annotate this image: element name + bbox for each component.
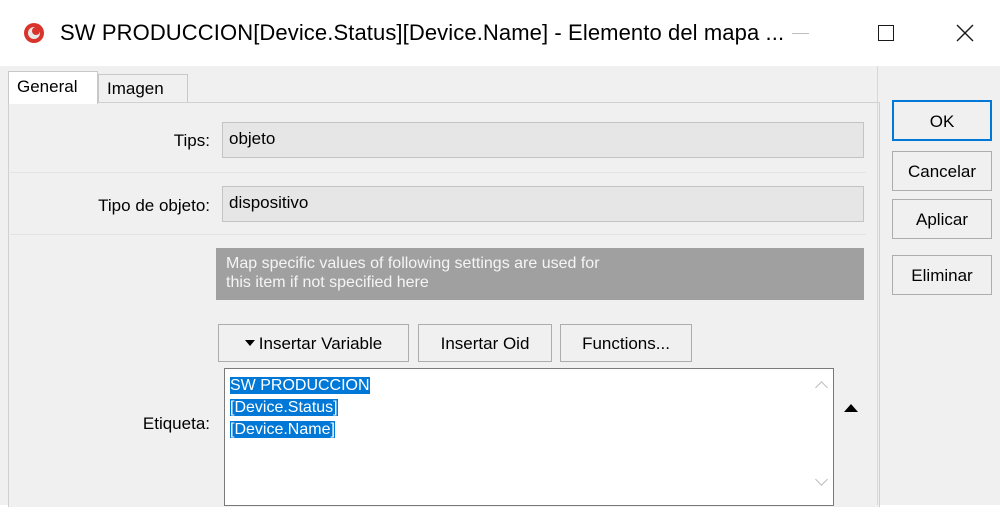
close-button[interactable]: [935, 8, 995, 58]
cancel-button[interactable]: Cancelar: [892, 151, 992, 191]
info-notice: Map specific values of following setting…: [216, 248, 864, 300]
delete-button[interactable]: Eliminar: [892, 255, 992, 295]
dialog-body: General Imagen Tips: objeto Tipo de obje…: [0, 66, 1000, 507]
label-text: SW PRODUCCION [Device.Status] [Device.Na…: [230, 375, 370, 441]
separator: [10, 172, 866, 173]
separator: [10, 234, 866, 235]
label-line: [Device.Status]: [230, 399, 338, 416]
minimize-button[interactable]: [770, 8, 830, 58]
tab-imagen[interactable]: Imagen: [98, 74, 188, 102]
insert-variable-button[interactable]: Insertar Variable: [218, 324, 409, 362]
apply-button[interactable]: Aplicar: [892, 199, 992, 239]
tips-field: objeto: [222, 122, 864, 158]
object-type-field: dispositivo: [222, 186, 864, 222]
info-line: Map specific values of following setting…: [226, 255, 600, 272]
info-line: this item if not specified here: [226, 274, 429, 291]
maximize-icon: [878, 25, 894, 41]
maximize-button[interactable]: [856, 8, 916, 58]
ok-button[interactable]: OK: [892, 100, 992, 141]
scroll-down-icon[interactable]: [815, 473, 828, 486]
tips-label: Tips:: [173, 131, 210, 150]
label-line: [Device.Name]: [230, 421, 335, 438]
label-line: SW PRODUCCION: [230, 377, 370, 394]
insert-variable-label: Insertar Variable: [258, 334, 383, 353]
scroll-up-icon[interactable]: [815, 381, 828, 394]
tab-general[interactable]: General: [8, 71, 98, 104]
collapse-arrow-icon[interactable]: [844, 404, 858, 412]
insert-oid-button[interactable]: Insertar Oid: [418, 324, 552, 362]
title-bar: SW PRODUCCION[Device.Status][Device.Name…: [0, 0, 1000, 66]
label-field-label: Etiqueta:: [142, 414, 210, 433]
functions-button[interactable]: Functions...: [560, 324, 692, 362]
minimize-icon: [791, 32, 809, 34]
textarea-scrollbar[interactable]: [811, 369, 833, 505]
window-title: SW PRODUCCION[Device.Status][Device.Name…: [60, 20, 785, 45]
object-type-label: Tipo de objeto:: [98, 196, 210, 215]
label-textarea[interactable]: SW PRODUCCION [Device.Status] [Device.Na…: [224, 368, 834, 506]
app-icon: [24, 23, 44, 43]
dropdown-arrow-icon: [244, 339, 255, 346]
divider: [877, 66, 878, 505]
tab-strip: General Imagen: [0, 66, 880, 104]
close-icon: [956, 24, 974, 42]
